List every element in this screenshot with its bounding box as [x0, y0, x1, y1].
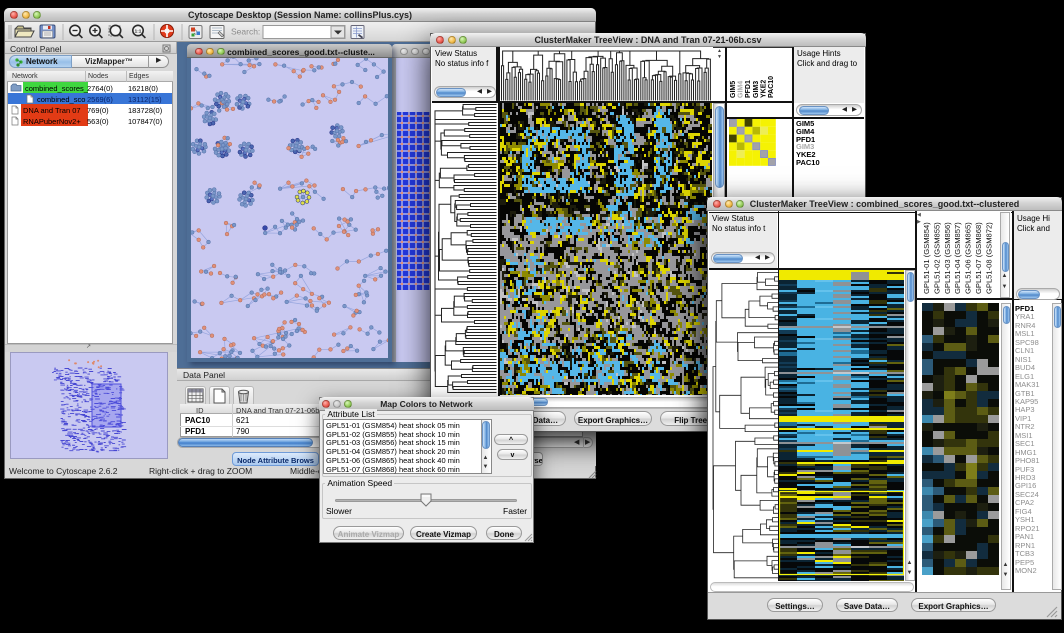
svg-text:GPL51-08 (GSM872): GPL51-08 (GSM872) — [984, 222, 993, 294]
svg-text:GPL51-04 (GSM857): GPL51-04 (GSM857) — [953, 222, 962, 294]
svg-text:1:1: 1:1 — [135, 28, 142, 33]
svg-text:YKE2: YKE2 — [760, 80, 767, 98]
svg-text:GPL51-02 (GSM855): GPL51-02 (GSM855) — [932, 222, 941, 294]
svg-text:Search:: Search: — [231, 27, 260, 37]
svg-text:GIM3: GIM3 — [753, 81, 760, 98]
svg-text:GPL51-07 (GSM868): GPL51-07 (GSM868) — [974, 222, 983, 294]
svg-text:GPL51-01 (GSM854): GPL51-01 (GSM854) — [922, 222, 931, 294]
svg-text:GIM5: GIM5 — [730, 81, 737, 98]
svg-text:PFD1: PFD1 — [745, 80, 752, 98]
svg-text:GPL51-06 (GSM865): GPL51-06 (GSM865) — [964, 222, 973, 294]
svg-text:PAC10: PAC10 — [768, 76, 775, 98]
svg-text:GIM4: GIM4 — [738, 81, 745, 98]
svg-text:GPL51-03 (GSM856): GPL51-03 (GSM856) — [943, 222, 952, 294]
